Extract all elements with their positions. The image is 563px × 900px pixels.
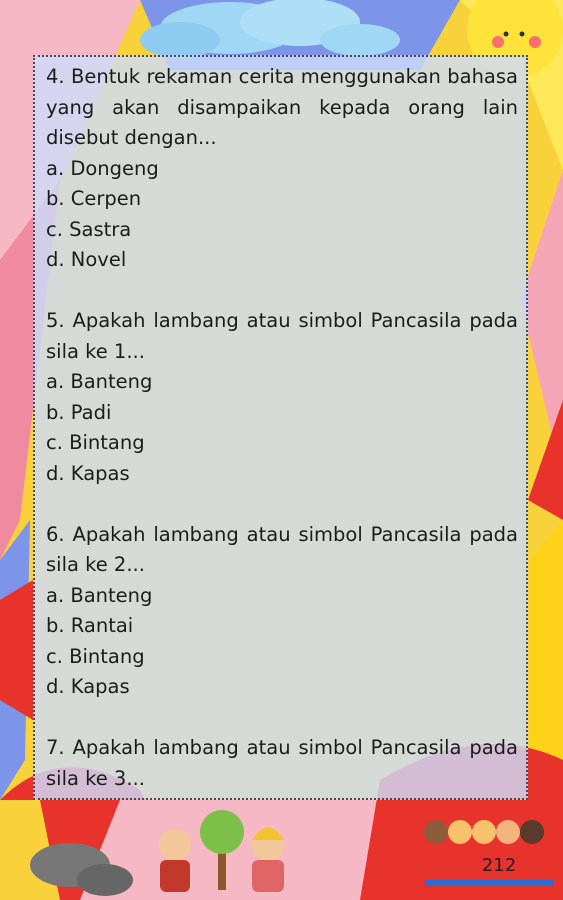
question-text: 4. Bentuk rekaman cerita menggunakan bah… — [46, 65, 518, 149]
option-a: a. Banteng — [46, 370, 153, 393]
option-b: b. Padi — [46, 400, 112, 424]
question-text: 6. Apakah lambang atau simbol Pancasila … — [46, 522, 518, 577]
option-a: a. Dongeng — [46, 156, 159, 180]
option-c: c. Bintang — [46, 644, 145, 668]
option-d: d. Kapas — [46, 675, 130, 698]
option-a: a. Banteng — [46, 583, 153, 607]
question-text: 7. Apakah lambang atau simbol Pancasila … — [46, 736, 518, 790]
option-b: b. Rantai — [46, 614, 134, 637]
question-4: 4. Bentuk rekaman cerita menggunakan bah… — [46, 62, 518, 276]
page-number-banner-bottom — [425, 880, 553, 886]
question-6: 6. Apakah lambang atau simbol Pancasila … — [46, 520, 518, 703]
option-d: d. Novel — [46, 248, 127, 271]
question-7: 7. Apakah lambang atau simbol Pancasila … — [46, 733, 518, 794]
question-list: 4. Bentuk rekaman cerita menggunakan bah… — [46, 62, 518, 794]
children-heads-icon — [424, 820, 544, 844]
question-5: 5. Apakah lambang atau simbol Pancasila … — [46, 306, 518, 489]
question-text: 5. Apakah lambang atau simbol Pancasila … — [46, 309, 518, 363]
option-c: c. Sastra — [46, 217, 132, 241]
option-b: b. Cerpen — [46, 187, 142, 210]
option-c: c. Bintang — [46, 431, 145, 454]
page-number: 212 — [481, 855, 517, 876]
option-d: d. Kapas — [46, 461, 130, 485]
